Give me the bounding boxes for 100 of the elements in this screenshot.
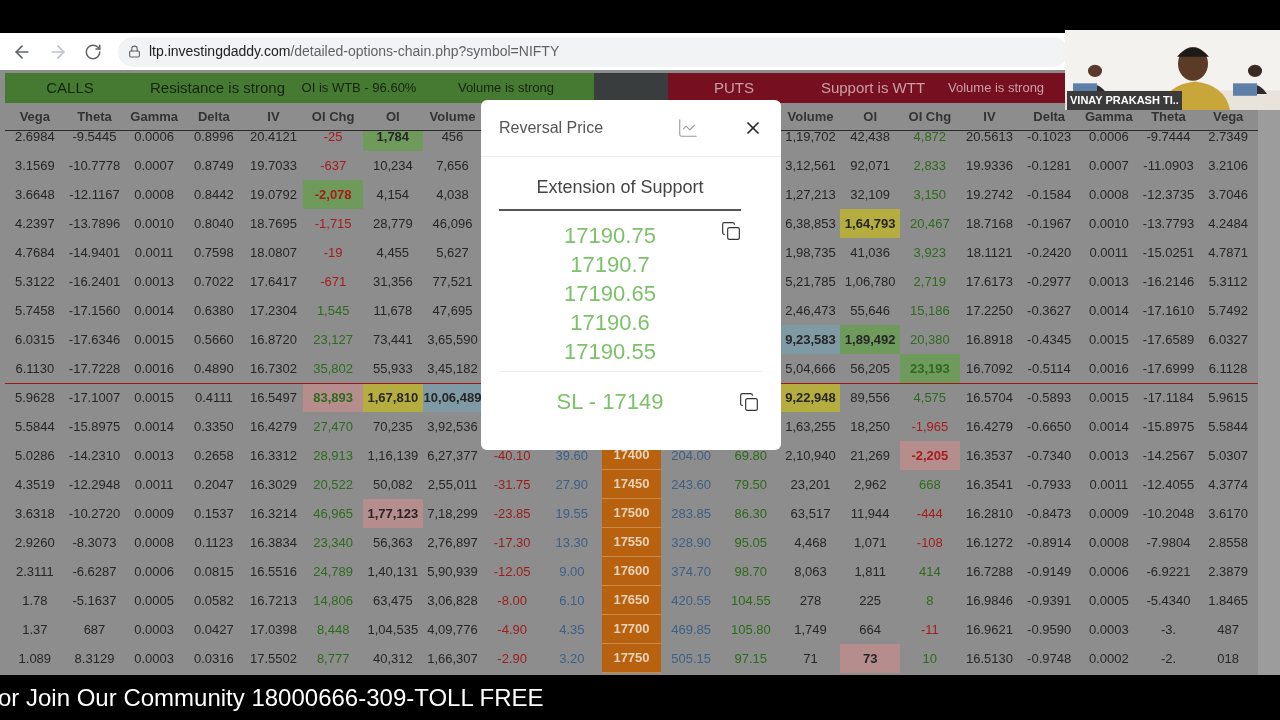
table-cell-text: -10.2048	[1141, 504, 1196, 523]
table-cell-text: 3,06,828	[426, 591, 479, 610]
column-header: Gamma	[1083, 107, 1134, 126]
table-cell-text: -0.9391	[1026, 591, 1073, 610]
table-cell-text: 0.0014	[133, 417, 176, 436]
table-cell-text: 3.6648	[13, 185, 56, 204]
table-cell-text: -17.1007	[67, 389, 122, 408]
table-cell-text: 018	[1216, 649, 1240, 668]
table-cell-text: 19.7033	[249, 156, 298, 175]
table-cell-text: 1.37	[21, 620, 49, 639]
table-cell-text: -0.5893	[1026, 389, 1073, 408]
table-cell-text: 0.0008	[1087, 533, 1130, 552]
table-cell-text: 16.4279	[249, 417, 298, 436]
table-cell-text: -3.	[1159, 620, 1178, 639]
table-cell-text: 0.0009	[1087, 504, 1130, 523]
table-cell-text: -5.1637	[71, 591, 118, 610]
table-cell-text: 328.90	[670, 533, 713, 552]
table-cell-text: 2,46,473	[784, 301, 837, 320]
table-cell-text: 47,695	[431, 301, 474, 320]
table-cell-text: 0.0016	[133, 359, 176, 378]
copy-icon[interactable]	[739, 391, 759, 412]
table-cell-text: 3,92,536	[426, 417, 479, 436]
table-cell-text: -8.00	[496, 591, 528, 610]
table-cell-text: 23,201	[789, 475, 832, 494]
table-cell-text: 1,19,702	[784, 131, 837, 146]
column-header: Delta	[196, 107, 231, 126]
table-cell-text: 56,205	[849, 359, 892, 378]
table-cell-text: -444	[915, 504, 944, 523]
table-cell-text: 41,036	[849, 243, 892, 262]
table-cell-text: -17.6999	[1141, 359, 1196, 378]
table-cell-text: 2,76,897	[426, 533, 479, 552]
table-cell-text: 20.4121	[249, 131, 298, 146]
table-cell-text: 86.30	[733, 504, 769, 523]
address-field[interactable]: ltp.investingdaddy.com/detailed-options-chain.php?symbol=NIFTY	[118, 36, 1068, 67]
table-cell-text: 0.0007	[133, 156, 176, 175]
table-cell-text: -0.9590	[1026, 620, 1073, 639]
table-cell-text: 19.0792	[249, 185, 298, 204]
table-cell-text: 1,071	[852, 533, 888, 552]
table-cell-text: -0.6650	[1026, 417, 1073, 436]
table-cell-text: 6,27,377	[426, 446, 479, 465]
copy-icon[interactable]	[721, 221, 741, 241]
table-cell-text: 2.8558	[1207, 533, 1250, 552]
table-cell-text: 5.9615	[1207, 389, 1250, 408]
table-cell-text: 0.0010	[133, 214, 176, 233]
table-cell-text: 104.55	[729, 591, 772, 610]
table-cell-text: 0.0002	[1087, 649, 1130, 668]
table-cell-text: 0.0013	[1087, 272, 1130, 291]
column-header: Vega	[1212, 107, 1245, 126]
price-value: 17190.65	[564, 280, 656, 308]
table-cell-text: 3,150	[912, 185, 948, 204]
table-cell-text: 95.05	[733, 533, 769, 552]
table-cell-text: 2.9260	[13, 533, 56, 552]
table-cell-text: 7,18,299	[426, 504, 479, 523]
table-cell-text: -671	[319, 272, 348, 291]
table-cell-text: 0.0013	[133, 446, 176, 465]
table-cell-text: 1.089	[17, 649, 53, 668]
table-cell-text: 11,944	[849, 504, 891, 523]
table-cell-text: -17.1560	[67, 301, 122, 320]
table-cell-text: 0.0011	[1088, 243, 1130, 262]
table-cell-text: 28,913	[312, 446, 355, 465]
table-cell-text: 19.55	[554, 504, 590, 523]
table-cell-text: -11.0903	[1142, 156, 1195, 175]
table-cell-text: 2.3879	[1207, 562, 1250, 581]
table-cell-text: 46,096	[431, 214, 474, 233]
reload-icon[interactable]	[84, 42, 102, 61]
table-cell-text: 3.7046	[1207, 185, 1250, 204]
table-cell-text: -17.7228	[67, 359, 122, 378]
table-cell-text: 4,038	[435, 185, 470, 204]
table-cell-text: 17.2304	[249, 301, 298, 320]
table-cell: 10,06,489	[422, 384, 483, 412]
table-cell-text: -17.30	[492, 533, 532, 552]
table-cell-text: 0.8040	[192, 214, 235, 233]
table-cell-text: 3,12,561	[784, 156, 837, 175]
table-cell-text: 0.0008	[1087, 185, 1130, 204]
table-cell-text: 63,475	[371, 591, 414, 610]
table-cell-text: 3.6170	[1207, 504, 1250, 523]
table-cell-text: 69.80	[733, 446, 769, 465]
table-cell-text: 11,678	[372, 301, 414, 320]
table-cell-text: -11	[919, 620, 940, 639]
table-cell-text: -12.3735	[1141, 185, 1196, 204]
table-cell-text: -0.7340	[1026, 446, 1073, 465]
table-cell-text: 16.9621	[965, 620, 1014, 639]
table-cell-text: 16.2810	[965, 504, 1014, 523]
column-header: Volume	[428, 107, 477, 126]
table-cell-text: 5.0286	[13, 446, 56, 465]
table-cell-text: 0.0015	[1087, 330, 1130, 349]
table-cell-text: 1,16,139	[366, 446, 420, 465]
table-cell-text: 1,98,735	[784, 243, 837, 262]
table-cell-text: 4.35	[558, 620, 586, 639]
table-cell-text: 2,719	[912, 272, 948, 291]
table-cell-text: 6.1130	[14, 359, 56, 378]
table-cell-text: 27.90	[554, 475, 590, 494]
table-cell-text: 16.3214	[249, 504, 298, 523]
table-cell-text: 5,04,666	[784, 359, 837, 378]
table-cell: 1,67,810	[363, 384, 423, 412]
lock-icon	[128, 45, 141, 58]
table-cell-text: -10.2720	[67, 504, 122, 523]
table-cell-text: 1,545	[315, 301, 351, 320]
table-cell-text: 77,521	[431, 272, 474, 291]
table-cell-text: 18.1121	[965, 243, 1014, 262]
